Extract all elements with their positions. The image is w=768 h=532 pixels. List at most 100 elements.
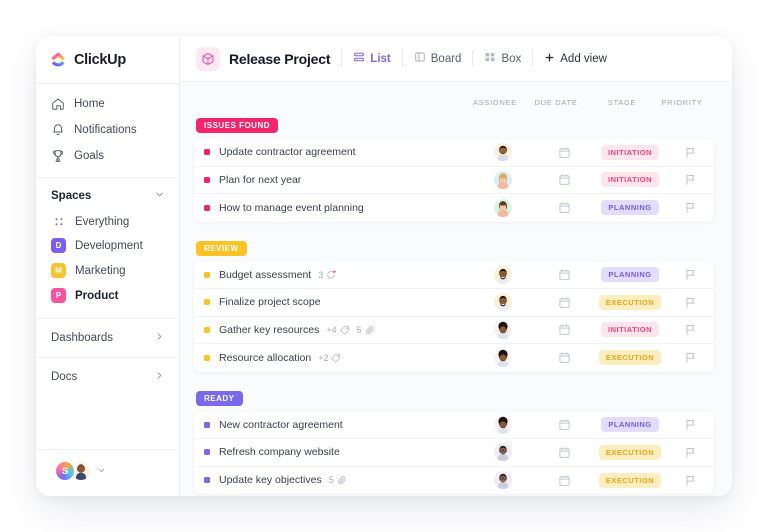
calendar-icon[interactable]: [558, 268, 571, 281]
task-due-date[interactable]: [534, 474, 594, 487]
flag-icon[interactable]: [684, 201, 697, 214]
avatar-female-brunette[interactable]: [494, 199, 512, 217]
task-priority[interactable]: [666, 418, 714, 431]
task-group-header[interactable]: READY: [194, 387, 714, 412]
sidebar-item-goals[interactable]: Goals: [36, 143, 179, 169]
task-due-date[interactable]: [534, 296, 594, 309]
add-view-button[interactable]: Add view: [544, 52, 607, 66]
task-priority[interactable]: [666, 351, 714, 364]
tab-board[interactable]: Board: [414, 51, 462, 66]
table-row[interactable]: Gather key resources +4 5 INITIATION: [194, 317, 714, 345]
calendar-icon[interactable]: [558, 146, 571, 159]
task-priority[interactable]: [666, 146, 714, 159]
spaces-section-header[interactable]: Spaces: [36, 178, 179, 211]
sidebar-item-development[interactable]: D Development: [36, 233, 179, 258]
avatar[interactable]: S: [54, 460, 76, 482]
table-row[interactable]: Refresh company website EXECUTION: [194, 439, 714, 467]
task-due-date[interactable]: [534, 446, 594, 459]
task-stage[interactable]: EXECUTION: [594, 473, 666, 488]
avatar-male-glasses[interactable]: [494, 471, 512, 489]
task-stage[interactable]: EXECUTION: [594, 350, 666, 365]
flag-icon[interactable]: [684, 323, 697, 336]
task-due-date[interactable]: [534, 323, 594, 336]
task-due-date[interactable]: [534, 201, 594, 214]
chevron-down-icon[interactable]: [97, 462, 106, 480]
user-account-row[interactable]: S: [36, 449, 179, 496]
flag-icon[interactable]: [684, 296, 697, 309]
calendar-icon[interactable]: [558, 418, 571, 431]
task-assignee[interactable]: [472, 293, 534, 311]
task-stage[interactable]: EXECUTION: [594, 445, 666, 460]
calendar-icon[interactable]: [558, 201, 571, 214]
task-assignee[interactable]: [472, 143, 534, 161]
flag-icon[interactable]: [684, 418, 697, 431]
task-due-date[interactable]: [534, 268, 594, 281]
brand-logo-row[interactable]: ClickUp: [36, 36, 179, 81]
task-priority[interactable]: [666, 296, 714, 309]
calendar-icon[interactable]: [558, 296, 571, 309]
calendar-icon[interactable]: [558, 474, 571, 487]
task-assignee[interactable]: [472, 199, 534, 217]
task-assignee[interactable]: [472, 416, 534, 434]
task-due-date[interactable]: [534, 173, 594, 186]
calendar-icon[interactable]: [558, 323, 571, 336]
task-due-date[interactable]: [534, 146, 594, 159]
table-row[interactable]: Update key objectives 5 EXECUTION: [194, 467, 714, 495]
avatar-male-beard[interactable]: [494, 266, 512, 284]
task-stage[interactable]: PLANNING: [594, 267, 666, 282]
task-stage[interactable]: INITIATION: [594, 145, 666, 160]
avatar-male-afro[interactable]: [494, 416, 512, 434]
table-row[interactable]: Budget assessment 3 PLANNING: [194, 262, 714, 290]
sidebar-item-notifications[interactable]: Notifications: [36, 117, 179, 143]
flag-icon[interactable]: [684, 446, 697, 459]
flag-icon[interactable]: [684, 351, 697, 364]
task-stage[interactable]: INITIATION: [594, 172, 666, 187]
task-group-header[interactable]: REVIEW: [194, 237, 714, 262]
task-assignee[interactable]: [472, 443, 534, 461]
task-priority[interactable]: [666, 268, 714, 281]
table-row[interactable]: Update contractor agreement INITIATION: [194, 139, 714, 167]
task-priority[interactable]: [666, 323, 714, 336]
calendar-icon[interactable]: [558, 446, 571, 459]
task-due-date[interactable]: [534, 351, 594, 364]
task-stage[interactable]: PLANNING: [594, 417, 666, 432]
task-assignee[interactable]: [472, 321, 534, 339]
task-group-header[interactable]: ISSUES FOUND: [194, 114, 714, 139]
flag-icon[interactable]: [684, 474, 697, 487]
tab-box[interactable]: Box: [484, 51, 521, 66]
task-due-date[interactable]: [534, 418, 594, 431]
task-priority[interactable]: [666, 201, 714, 214]
task-stage[interactable]: PLANNING: [594, 200, 666, 215]
task-assignee[interactable]: [472, 349, 534, 367]
task-assignee[interactable]: [472, 171, 534, 189]
task-priority[interactable]: [666, 446, 714, 459]
calendar-icon[interactable]: [558, 173, 571, 186]
sidebar-item-dashboards[interactable]: Dashboards: [36, 318, 179, 357]
task-assignee[interactable]: [472, 471, 534, 489]
sidebar-item-docs[interactable]: Docs: [36, 357, 179, 396]
chevron-down-icon[interactable]: [154, 187, 165, 205]
avatar-male-dark[interactable]: [494, 143, 512, 161]
table-row[interactable]: Plan for next year INITIATION: [194, 167, 714, 195]
table-row[interactable]: New contractor agreement PLANNING: [194, 412, 714, 440]
flag-icon[interactable]: [684, 146, 697, 159]
avatar-male-beard[interactable]: [494, 293, 512, 311]
sidebar-item-product[interactable]: P Product: [36, 283, 179, 308]
avatar-male-afro[interactable]: [494, 321, 512, 339]
task-priority[interactable]: [666, 173, 714, 186]
table-row[interactable]: Finalize project scope EXECUTION: [194, 289, 714, 317]
calendar-icon[interactable]: [558, 351, 571, 364]
task-stage[interactable]: INITIATION: [594, 322, 666, 337]
sidebar-item-everything[interactable]: Everything: [36, 211, 179, 233]
task-stage[interactable]: EXECUTION: [594, 295, 666, 310]
avatar-female-blonde[interactable]: [494, 171, 512, 189]
task-assignee[interactable]: [472, 266, 534, 284]
flag-icon[interactable]: [684, 268, 697, 281]
tab-list[interactable]: List: [353, 51, 390, 66]
table-row[interactable]: Resource allocation +2 EXECUTION: [194, 344, 714, 372]
flag-icon[interactable]: [684, 173, 697, 186]
avatar-male-glasses[interactable]: [494, 443, 512, 461]
sidebar-item-home[interactable]: Home: [36, 91, 179, 117]
sidebar-item-marketing[interactable]: M Marketing: [36, 258, 179, 283]
table-row[interactable]: How to manage event planning PLANNING: [194, 194, 714, 222]
